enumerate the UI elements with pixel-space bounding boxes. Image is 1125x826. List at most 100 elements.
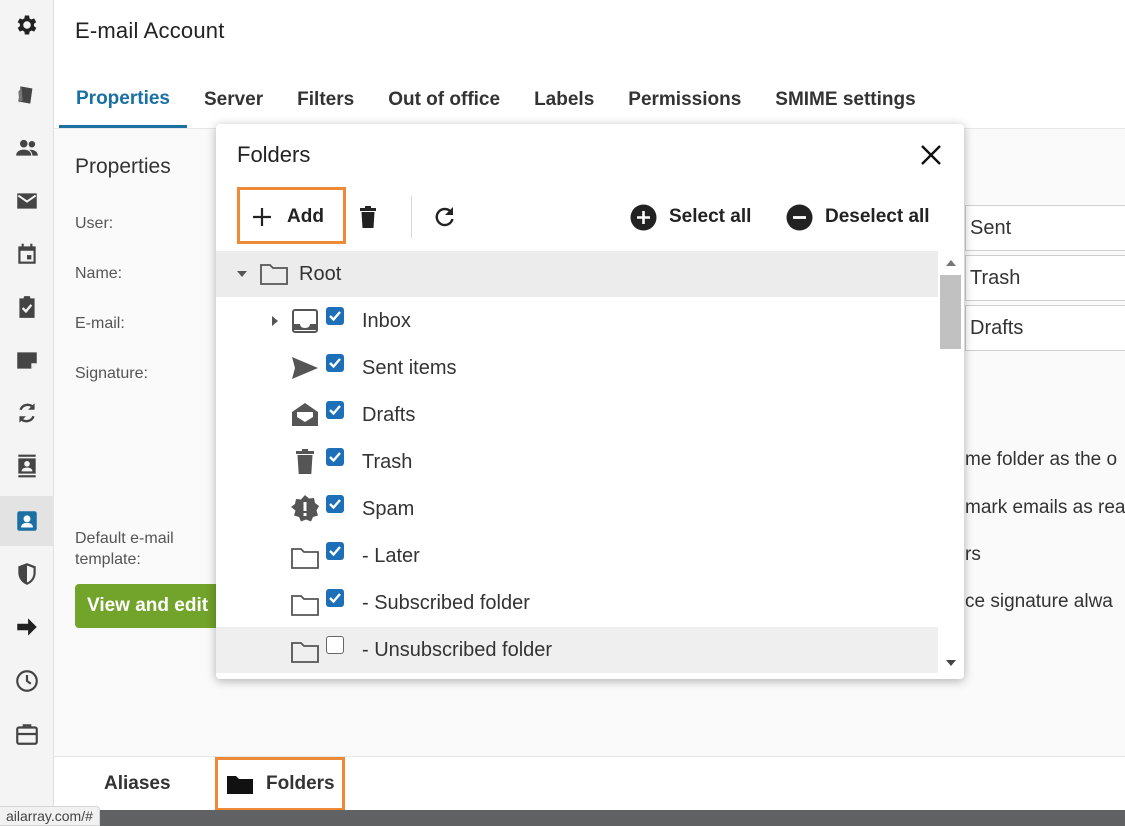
- tree-scrollbar[interactable]: [938, 251, 964, 675]
- tree-row-drafts[interactable]: Drafts: [216, 392, 938, 438]
- view-and-edit-button[interactable]: View and edit: [75, 584, 225, 628]
- scroll-up-icon[interactable]: [945, 259, 957, 267]
- close-icon[interactable]: [918, 142, 944, 168]
- settings-gear-icon[interactable]: [0, 0, 54, 50]
- folders-dialog: Folders Add Select all Deselect all Root…: [216, 124, 964, 679]
- folder-icon: [291, 642, 319, 663]
- spam-icon: [291, 495, 319, 522]
- name-label: Name:: [75, 265, 123, 282]
- trash-icon: [296, 449, 314, 474]
- dialog-toolbar: Add Select all Deselect all: [216, 186, 964, 248]
- briefcase-icon[interactable]: [0, 709, 54, 759]
- status-bar-url: ailarray.com/#: [0, 806, 100, 826]
- tree-label: Root: [299, 262, 342, 285]
- tab-properties[interactable]: Properties: [59, 72, 187, 128]
- option-text-4: ce signature alwa: [965, 591, 1113, 612]
- tree-label: - Subscribed folder: [362, 591, 530, 614]
- calendar-icon[interactable]: [0, 229, 54, 279]
- trash-folder-select[interactable]: Trash: [965, 255, 1125, 301]
- deselect-all-label: Deselect all: [825, 206, 930, 227]
- folder-icon: [291, 548, 319, 569]
- tab-aliases[interactable]: Aliases: [104, 757, 171, 811]
- tab-bar: Properties Server Filters Out of office …: [59, 72, 933, 128]
- tree-row-unsubscribed-folder[interactable]: - Unsubscribed folder: [216, 627, 938, 673]
- minus-circle-icon: [786, 204, 813, 230]
- refresh-icon: [435, 207, 454, 227]
- caret-down-icon[interactable]: [236, 268, 248, 280]
- folder-icon: [291, 595, 319, 616]
- add-button-highlight: [237, 187, 346, 244]
- select-all-label: Select all: [669, 206, 752, 227]
- signature-label: Signature:: [75, 365, 148, 382]
- tree-label: - Later: [362, 544, 420, 567]
- option-text-3: rs: [965, 544, 981, 565]
- tab-permissions[interactable]: Permissions: [611, 72, 758, 128]
- section-title: Properties: [75, 155, 171, 178]
- tab-labels[interactable]: Labels: [517, 72, 611, 128]
- select-all-button[interactable]: Select all: [630, 186, 751, 248]
- notes-page-icon[interactable]: [0, 335, 54, 385]
- option-text-2: mark emails as rea: [965, 497, 1125, 518]
- deselect-all-button[interactable]: Deselect all: [786, 186, 930, 248]
- tree-row-inbox[interactable]: Inbox: [216, 298, 938, 344]
- folders-tab-highlight: [215, 757, 345, 811]
- checkbox-checked[interactable]: [326, 589, 344, 607]
- folder-icon: [260, 264, 288, 285]
- checkbox-checked[interactable]: [326, 542, 344, 560]
- tab-out-of-office[interactable]: Out of office: [371, 72, 517, 128]
- security-shield-icon[interactable]: [0, 549, 54, 599]
- tab-filters[interactable]: Filters: [280, 72, 371, 128]
- address-book-icon[interactable]: [0, 441, 54, 491]
- option-text-1: me folder as the o: [965, 449, 1118, 470]
- account-profile-icon[interactable]: [0, 496, 54, 546]
- user-label: User:: [75, 215, 114, 232]
- notes-icon[interactable]: [0, 70, 54, 120]
- caret-right-icon[interactable]: [269, 315, 281, 327]
- inbox-icon: [292, 309, 318, 333]
- tree-label: Trash: [362, 450, 413, 473]
- tree-label: Drafts: [362, 403, 416, 426]
- checkbox-checked[interactable]: [326, 401, 344, 419]
- email-label: E-mail:: [75, 315, 125, 332]
- tree-row-later[interactable]: - Later: [216, 533, 938, 579]
- refresh-button[interactable]: [431, 186, 457, 248]
- tree-row-root[interactable]: Root: [216, 251, 938, 297]
- delete-button[interactable]: [358, 186, 378, 248]
- tree-row-subscribed-folder[interactable]: - Subscribed folder: [216, 580, 938, 626]
- plus-circle-icon: [630, 204, 657, 230]
- tab-smime-settings[interactable]: SMIME settings: [758, 72, 932, 128]
- folder-tree: Root Inbox Sent items Drafts Trash Spam …: [216, 251, 938, 675]
- tree-label: Inbox: [362, 309, 411, 332]
- send-icon: [292, 357, 318, 379]
- tree-row-spam[interactable]: Spam: [216, 486, 938, 532]
- checkbox-checked[interactable]: [326, 354, 344, 372]
- checkbox-checked[interactable]: [326, 448, 344, 466]
- default-template-label-line2: template:: [75, 551, 141, 568]
- tab-server[interactable]: Server: [187, 72, 280, 128]
- forward-arrow-icon[interactable]: [0, 602, 54, 652]
- trash-icon: [360, 206, 376, 228]
- drafts-icon: [292, 403, 318, 426]
- sent-folder-select[interactable]: Sent: [965, 205, 1125, 251]
- tree-row-sent-items[interactable]: Sent items: [216, 345, 938, 391]
- checkbox-unchecked[interactable]: [326, 636, 344, 654]
- tasks-clipboard-icon[interactable]: [0, 282, 54, 332]
- tree-label: Sent items: [362, 356, 457, 379]
- dialog-title: Folders: [237, 142, 311, 167]
- scroll-down-icon[interactable]: [945, 659, 957, 667]
- taskbar-strip: [0, 810, 1125, 826]
- checkbox-checked[interactable]: [326, 495, 344, 513]
- checkbox-checked[interactable]: [326, 307, 344, 325]
- mail-icon[interactable]: [0, 176, 54, 226]
- sync-icon[interactable]: [0, 388, 54, 438]
- tree-label: - Unsubscribed folder: [362, 638, 553, 661]
- tree-row-trash[interactable]: Trash: [216, 439, 938, 485]
- history-clock-icon[interactable]: [0, 656, 54, 706]
- tree-label: Spam: [362, 497, 415, 520]
- toolbar-separator: [411, 196, 412, 238]
- scrollbar-thumb[interactable]: [940, 275, 961, 349]
- footer-tab-bar: Aliases Folders: [54, 756, 1125, 811]
- drafts-folder-select[interactable]: Drafts: [965, 305, 1125, 351]
- default-template-label-line1: Default e-mail: [75, 530, 174, 547]
- contacts-people-icon[interactable]: [0, 123, 54, 173]
